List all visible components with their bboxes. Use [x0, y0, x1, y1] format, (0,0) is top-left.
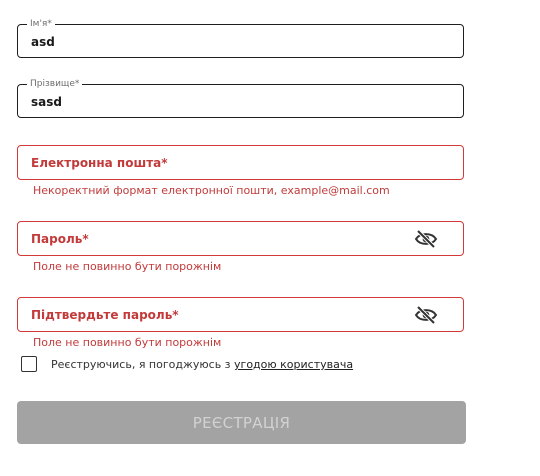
last-name-label: Прізвище*: [27, 78, 83, 90]
confirm-password-error-message: Поле не повинно бути порожнім: [33, 336, 222, 349]
last-name-field[interactable]: Прізвище* sasd: [17, 78, 464, 118]
register-button[interactable]: РЕЄСТРАЦІЯ: [17, 401, 466, 444]
confirm-password-placeholder: Підтвердьте пароль*: [31, 308, 179, 322]
email-field[interactable]: Електронна пошта*: [17, 145, 464, 180]
password-error-message: Поле не повинно бути порожнім: [33, 260, 222, 273]
user-agreement-link[interactable]: угодою користувача: [234, 358, 353, 371]
first-name-value: asd: [31, 35, 55, 49]
agreement-prefix: Реєструючись, я погоджуюсь з: [51, 358, 235, 371]
first-name-label: Ім'я*: [27, 18, 55, 30]
email-error-message: Некоректний формат електронної пошти, ex…: [33, 184, 390, 197]
first-name-field[interactable]: Ім'я* asd: [17, 18, 464, 58]
agreement-checkbox[interactable]: [21, 356, 37, 372]
password-field[interactable]: Пароль*: [17, 221, 464, 256]
last-name-value: sasd: [31, 95, 62, 109]
email-placeholder: Електронна пошта*: [31, 156, 168, 170]
password-placeholder: Пароль*: [31, 232, 89, 246]
eye-slash-icon[interactable]: [414, 305, 438, 325]
confirm-password-field[interactable]: Підтвердьте пароль*: [17, 297, 464, 332]
eye-slash-icon[interactable]: [414, 229, 438, 249]
agreement-text: Реєструючись, я погоджуюсь з угодою кори…: [51, 358, 353, 372]
